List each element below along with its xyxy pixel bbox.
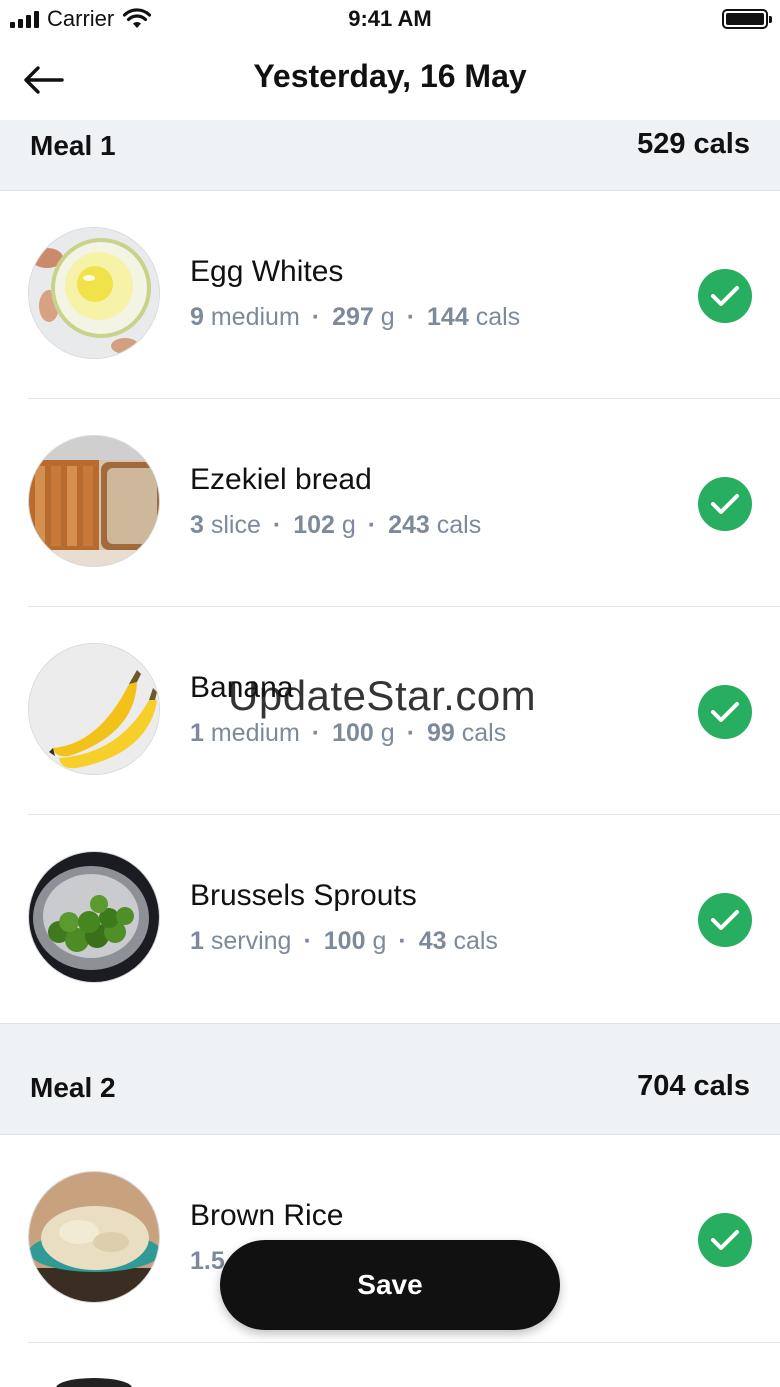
page-title: Yesterday, 16 May bbox=[253, 58, 527, 94]
food-weight-unit: g bbox=[372, 927, 387, 955]
food-weight-num: 102 bbox=[293, 511, 335, 539]
food-name: Egg Whites bbox=[190, 255, 344, 288]
checkmark-icon[interactable] bbox=[698, 685, 752, 739]
food-cals-num: 144 bbox=[427, 303, 469, 331]
brown-rice-photo bbox=[28, 1171, 160, 1303]
meal-header: Meal 2 704 cals bbox=[0, 1023, 780, 1135]
food-weight-num: 297 bbox=[332, 303, 374, 331]
food-row[interactable]: Ezekiel bread 3 slice · 102 g · 243 cals bbox=[0, 399, 780, 607]
watermark: UpdateStar.com bbox=[228, 672, 537, 719]
brussels-sprouts-photo bbox=[28, 851, 160, 983]
food-name: Brown Rice bbox=[190, 1199, 344, 1232]
food-weight-num: 100 bbox=[323, 927, 366, 955]
food-qty-num: 1 bbox=[190, 719, 204, 747]
food-cals-num: 43 bbox=[418, 927, 447, 955]
food-cals-unit: cals bbox=[475, 303, 521, 331]
checkmark-icon[interactable] bbox=[698, 269, 752, 323]
meal-header: Meal 1 529 cals bbox=[0, 120, 780, 191]
food-weight-unit: g bbox=[380, 719, 395, 747]
checkmark-icon[interactable] bbox=[698, 893, 752, 947]
meal-name: Meal 1 bbox=[30, 130, 116, 161]
food-name: Brussels Sprouts bbox=[190, 879, 417, 912]
food-qty-num: 1.5 bbox=[190, 1247, 225, 1275]
save-button[interactable]: Save bbox=[220, 1240, 560, 1330]
status-bar: Carrier 9:41 AM bbox=[0, 0, 780, 40]
food-row[interactable]: Brussels Sprouts 1 serving · 100 g · 43 cals bbox=[0, 815, 780, 1023]
battery-icon bbox=[722, 9, 772, 29]
food-qty-unit: slice bbox=[210, 511, 261, 539]
food-details: 1.5 als bbox=[190, 1247, 392, 1276]
food-cals-num: 243 bbox=[388, 511, 430, 539]
food-details: 3 slice · 102 g · 243 cals bbox=[190, 511, 482, 539]
food-cals-num: 99 bbox=[427, 719, 455, 747]
food-cals-unit: cals bbox=[453, 927, 498, 955]
food-cals-unit: cals bbox=[461, 719, 507, 747]
food-details: 9 medium · 297 g · 144 cals bbox=[190, 303, 521, 331]
food-details: 1 medium · 100 g · 99 cals bbox=[190, 719, 507, 747]
food-cals-unit: cals bbox=[436, 511, 482, 539]
food-qty-num: 1 bbox=[190, 927, 204, 955]
food-weight-num: 100 bbox=[332, 719, 374, 747]
next-food-photo bbox=[56, 1378, 132, 1387]
food-weight-unit: g bbox=[380, 303, 395, 331]
food-qty-unit: medium bbox=[210, 303, 300, 331]
banana-photo bbox=[28, 643, 160, 775]
meal-calories: 704 cals bbox=[637, 1070, 750, 1102]
food-weight-unit: g bbox=[341, 511, 356, 539]
meal-calories: 529 cals bbox=[637, 128, 750, 160]
food-details: 1 serving · 100 g · 43 cals bbox=[190, 927, 498, 955]
food-qty-unit: medium bbox=[210, 719, 300, 747]
row-divider bbox=[28, 1342, 780, 1343]
food-name: Ezekiel bread bbox=[190, 463, 372, 496]
checkmark-icon[interactable] bbox=[698, 1213, 752, 1267]
food-qty-unit: serving bbox=[210, 927, 292, 955]
food-qty-num: 9 bbox=[190, 303, 204, 331]
status-time: 9:41 AM bbox=[348, 6, 432, 31]
meal-name: Meal 2 bbox=[30, 1072, 116, 1103]
checkmark-icon[interactable] bbox=[698, 477, 752, 531]
bread-photo bbox=[28, 435, 160, 567]
egg-whites-photo bbox=[28, 227, 160, 359]
food-qty-num: 3 bbox=[190, 511, 204, 539]
nav-bar: Yesterday, 16 May bbox=[0, 40, 780, 120]
food-row[interactable]: Egg Whites 9 medium · 297 g · 144 cals bbox=[0, 191, 780, 399]
